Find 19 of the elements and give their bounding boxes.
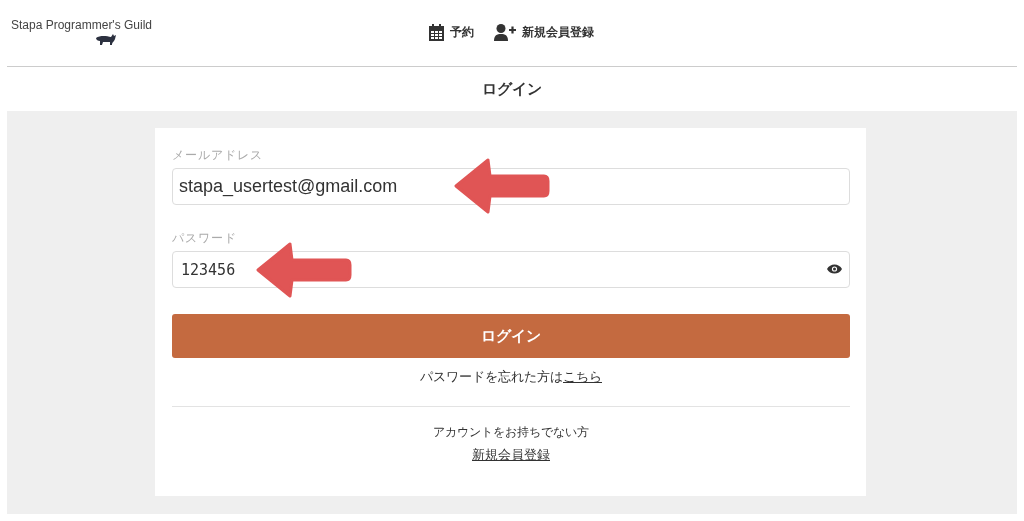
login-button[interactable]: ログイン (172, 314, 850, 358)
password-field[interactable]: 123456 (172, 251, 850, 288)
calendar-icon (429, 24, 444, 41)
field-label: メールアドレス (172, 147, 264, 164)
forgot-text: パスワードを忘れた方は (420, 369, 563, 384)
arrow-icon (256, 242, 352, 298)
email-field[interactable]: stapa_usertest@gmail.com (172, 168, 850, 205)
forgot-link[interactable]: こちら (563, 369, 602, 384)
eye-icon[interactable] (827, 264, 842, 274)
signup-prompt: アカウントをお持ちでない方 (432, 425, 590, 440)
signup-link[interactable]: 新規会員登録 (472, 446, 550, 464)
nav-link[interactable]: 予約 (429, 24, 474, 41)
cat-icon (95, 32, 117, 45)
page-title: ログイン (481, 79, 543, 100)
nav-link[interactable]: 新規会員登録 (494, 24, 594, 41)
field-label: パスワード (172, 230, 238, 247)
arrow-icon (454, 158, 550, 214)
user-add-icon (494, 24, 516, 41)
logo-text[interactable]: Stapa Programmer's Guild (11, 17, 152, 32)
